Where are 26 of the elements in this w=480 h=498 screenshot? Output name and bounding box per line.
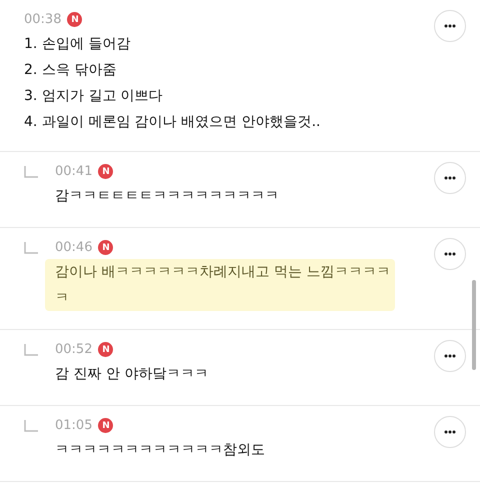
comment-text: 감ㅋㅋㅌㅌㅌㅌㅋㅋㅋㅋㅋㅋㅋㅋㅋ xyxy=(55,187,280,206)
comment-text: 1. 손입에 들어감 2. 스윽 닦아줌 3. 엄지가 길고 이쁘다 4. 과일이 메론임 감이나 배였으면 안야했을것.. xyxy=(24,35,322,132)
more-icon xyxy=(444,24,456,28)
comment-time: 01:05 xyxy=(55,418,92,433)
comment-time: 00:38 xyxy=(24,12,62,27)
comment-text: 감 진짜 안 야하닼ㅋㅋㅋ xyxy=(55,365,210,384)
comment-text: ㅋㅋㅋㅋㅋㅋㅋㅋㅋㅋㅋㅋ참외도 xyxy=(55,441,266,460)
comment-time: 00:52 xyxy=(55,342,92,357)
new-badge: N xyxy=(67,12,82,27)
comment-text: 감이나 배ㅋㅋㅋㅋㅋㅋ차례지내고 먹는 느낌ㅋㅋㅋㅋㅋ xyxy=(45,259,395,311)
more-button[interactable] xyxy=(434,238,466,270)
more-icon xyxy=(444,176,456,180)
new-badge: N xyxy=(98,240,114,255)
new-badge: N xyxy=(98,164,114,179)
more-button[interactable] xyxy=(434,162,466,194)
more-icon xyxy=(444,252,456,256)
more-button[interactable] xyxy=(434,10,466,42)
new-badge: N xyxy=(98,342,114,357)
more-icon xyxy=(444,430,456,434)
new-badge: N xyxy=(98,418,114,433)
comment-time: 00:46 xyxy=(55,240,92,255)
more-button[interactable] xyxy=(434,340,466,372)
comment-time: 00:41 xyxy=(55,164,92,179)
scrollbar[interactable] xyxy=(472,280,476,370)
more-button[interactable] xyxy=(434,416,466,448)
more-icon xyxy=(444,354,456,358)
